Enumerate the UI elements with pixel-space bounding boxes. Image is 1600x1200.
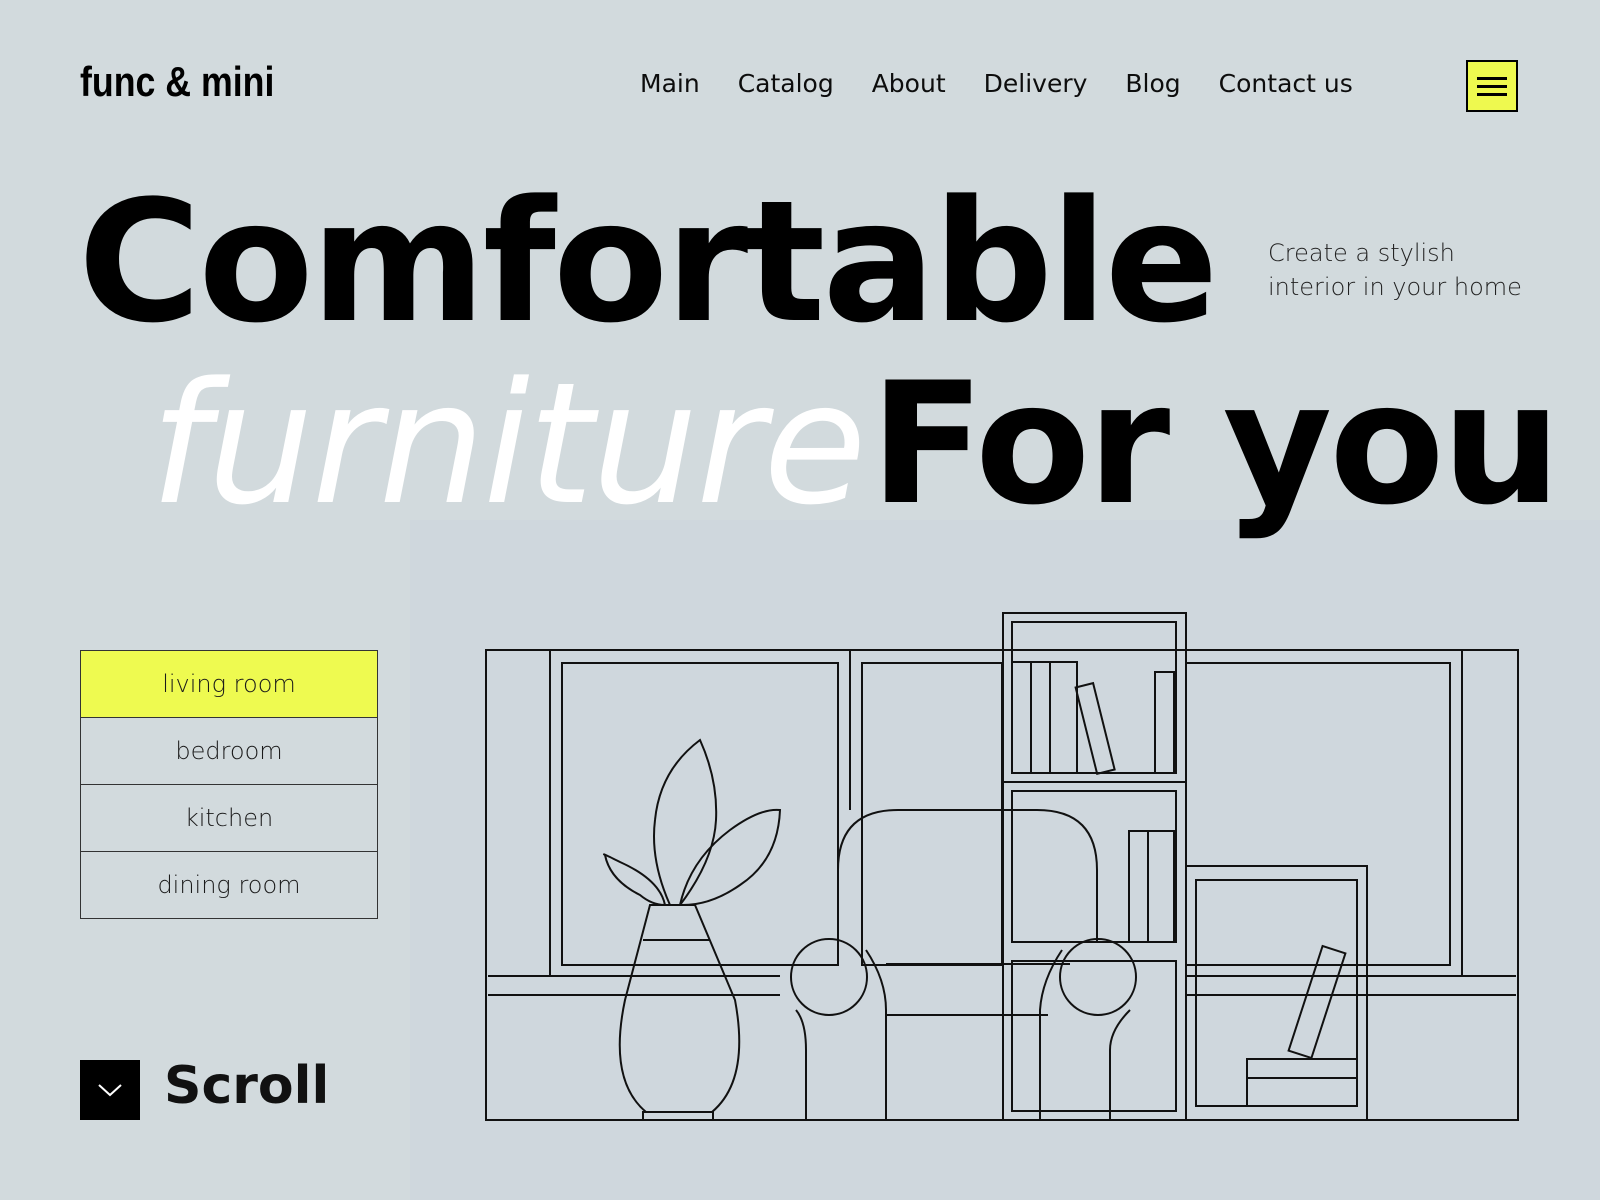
nav-item-blog[interactable]: Blog: [1125, 69, 1180, 98]
hero-title-bold-words: For you: [870, 346, 1561, 542]
nav-item-delivery[interactable]: Delivery: [984, 69, 1088, 98]
left-window: [549, 650, 1003, 975]
nav-item-catalog[interactable]: Catalog: [738, 69, 834, 98]
brand-logo[interactable]: func & mini: [80, 58, 274, 106]
menu-button[interactable]: [1466, 60, 1518, 112]
main-nav: Main Catalog About Delivery Blog Contact…: [640, 69, 1353, 98]
side-cabinet: [1185, 865, 1368, 1121]
nav-item-main[interactable]: Main: [640, 69, 700, 98]
hero-title-line1: Comfortable: [78, 164, 1219, 360]
chevron-down-icon: [98, 1084, 122, 1097]
hero-tagline: Create a stylish interior in your home: [1268, 236, 1522, 304]
tagline-line1: Create a stylish: [1268, 239, 1455, 267]
vase-with-plant: [603, 738, 782, 1121]
right-window: [1185, 650, 1463, 975]
tagline-line2: interior in your home: [1268, 273, 1522, 301]
hamburger-icon-line: [1477, 92, 1507, 96]
category-dining-room[interactable]: dining room: [81, 851, 377, 918]
category-kitchen[interactable]: kitchen: [81, 784, 377, 851]
nav-item-about[interactable]: About: [872, 69, 946, 98]
living-room-illustration: [485, 612, 1519, 1121]
hero-title-light-word: furniture: [150, 346, 867, 542]
nav-item-contact[interactable]: Contact us: [1219, 69, 1353, 98]
hamburger-icon-line: [1477, 84, 1507, 88]
room-category-list: living room bedroom kitchen dining room: [80, 650, 378, 919]
scroll-button[interactable]: [80, 1060, 140, 1120]
category-living-room[interactable]: living room: [81, 651, 377, 717]
armchair: [790, 809, 1137, 1120]
category-bedroom[interactable]: bedroom: [81, 717, 377, 784]
hamburger-icon: [1477, 76, 1507, 80]
scroll-label[interactable]: Scroll: [164, 1056, 329, 1116]
bookshelf: [1002, 612, 1187, 1121]
